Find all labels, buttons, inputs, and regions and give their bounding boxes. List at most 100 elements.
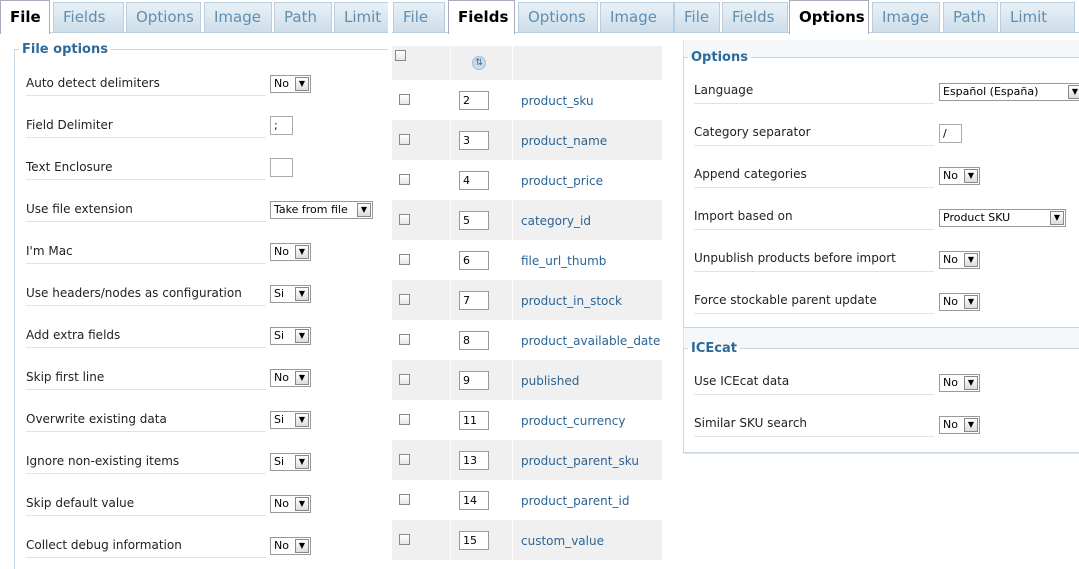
tab-options[interactable]: Options [126,2,201,32]
tab-path[interactable]: Path [274,2,332,32]
tab-fields[interactable]: Fields [448,0,515,34]
field-order-input[interactable]: 9 [459,371,489,390]
tab-options[interactable]: Options [789,0,869,34]
tab-file[interactable]: File [393,2,445,32]
column-separator [450,46,451,569]
overwrite-existing-data-select[interactable]: Si ▼ [270,411,311,429]
chevron-down-icon: ▼ [295,371,309,385]
field-checkbox[interactable] [399,454,410,465]
import-based-on-select[interactable]: Product SKU ▼ [939,209,1066,227]
field-order-input[interactable]: 15 [459,531,489,550]
tab-fields[interactable]: Fields [722,2,788,32]
tab-limit[interactable]: Limit [1000,2,1075,32]
overwrite-existing-data-select-value: Si [274,413,285,426]
chevron-down-icon: ▼ [357,203,371,217]
category-separator-input[interactable]: / [939,124,962,143]
auto-detect-delimiters-select[interactable]: No ▼ [270,75,311,93]
field-name: category_id [521,214,591,228]
auto-detect-delimiters-select-value: No [274,77,289,90]
language-select[interactable]: Español (España) ▼ [939,83,1079,101]
use-headers-nodes-as-configuration-select[interactable]: Si ▼ [270,285,311,303]
append-categories-select[interactable]: No ▼ [939,167,980,185]
field-row: 13 product_parent_sku [392,440,662,480]
i-m-mac-select[interactable]: No ▼ [270,243,311,261]
ignore-non-existing-items-select[interactable]: Si ▼ [270,453,311,471]
tab-path[interactable]: Path [943,2,998,32]
field-order-input[interactable]: 3 [459,131,489,150]
field-name: product_price [521,174,604,188]
similar-sku-search-select[interactable]: No ▼ [939,416,980,434]
tab-file[interactable]: File [674,2,720,32]
sort-icon[interactable]: ⇅ [472,56,486,70]
option-label: Skip first line [26,370,105,384]
tab-options[interactable]: Options [518,2,598,32]
option-label: I'm Mac [26,244,73,258]
field-order-input[interactable]: 14 [459,491,489,510]
chevron-down-icon: ▼ [295,77,309,91]
tab-limit[interactable]: Limit [334,2,388,32]
field-checkbox[interactable] [399,334,410,345]
collect-debug-information-select[interactable]: No ▼ [270,537,311,555]
tab-fields[interactable]: Fields [53,2,124,32]
row-divider [694,187,934,188]
field-order-input[interactable]: 11 [459,411,489,430]
tab-image[interactable]: Image [600,2,674,32]
field-row: 3 product_name [392,120,662,160]
row-divider [26,221,266,222]
field-order-input[interactable]: 2 [459,91,489,110]
select-all-checkbox[interactable] [395,50,406,61]
field-order-input[interactable]: 4 [459,171,489,190]
field-checkbox[interactable] [399,534,410,545]
use-file-extension-select[interactable]: Take from file ▼ [270,201,373,219]
field-checkbox[interactable] [399,214,410,225]
option-label: Field Delimiter [26,118,113,132]
file-panel: File Fields Options Image Path Limit Fil… [0,0,388,569]
field-name: product_parent_id [521,494,630,508]
row-divider [26,137,266,138]
field-checkbox[interactable] [399,374,410,385]
option-label: Append categories [694,167,807,181]
option-label: Use headers/nodes as configuration [26,286,242,300]
chevron-down-icon: ▼ [295,245,309,259]
field-order-input[interactable]: 5 [459,211,489,230]
field-row: 9 published [392,360,662,400]
chevron-down-icon: ▼ [964,418,978,432]
field-row: 14 product_parent_id [392,480,662,520]
tab-file[interactable]: File [0,0,50,34]
skip-default-value-select-value: No [274,497,289,510]
fields-panel: File Fields Options Image ⇅ 2 product_sku… [392,0,674,569]
field-checkbox[interactable] [399,414,410,425]
field-delimiter-input[interactable]: ; [270,116,293,135]
field-checkbox[interactable] [399,134,410,145]
skip-first-line-select[interactable]: No ▼ [270,369,311,387]
fields-panel-tabs: File Fields Options Image [392,0,674,34]
chevron-down-icon: ▼ [964,169,978,183]
use-icecat-data-select[interactable]: No ▼ [939,374,980,392]
field-checkbox[interactable] [399,254,410,265]
field-checkbox[interactable] [399,94,410,105]
chevron-down-icon: ▼ [295,287,309,301]
field-order-input[interactable]: 13 [459,451,489,470]
row-divider [694,271,934,272]
field-order-input[interactable]: 7 [459,291,489,310]
text-enclosure-input[interactable] [270,158,293,177]
field-checkbox[interactable] [399,174,410,185]
chevron-down-icon: ▼ [295,413,309,427]
field-checkbox[interactable] [399,294,410,305]
field-name: product_in_stock [521,294,622,308]
tab-image[interactable]: Image [872,2,940,32]
field-order-input[interactable]: 8 [459,331,489,350]
ignore-non-existing-items-select-value: Si [274,455,285,468]
field-order-input[interactable]: 6 [459,251,489,270]
field-name: product_sku [521,94,594,108]
similar-sku-search-select-value: No [943,418,958,431]
force-stockable-parent-update-select[interactable]: No ▼ [939,293,980,311]
tab-image[interactable]: Image [204,2,272,32]
unpublish-products-before-import-select[interactable]: No ▼ [939,251,980,269]
chevron-down-icon: ▼ [1068,85,1079,99]
file-options-legend: File options [22,42,108,57]
skip-default-value-select[interactable]: No ▼ [270,495,311,513]
add-extra-fields-select[interactable]: Si ▼ [270,327,311,345]
icecat-legend: ICEcat [691,341,737,356]
field-checkbox[interactable] [399,494,410,505]
